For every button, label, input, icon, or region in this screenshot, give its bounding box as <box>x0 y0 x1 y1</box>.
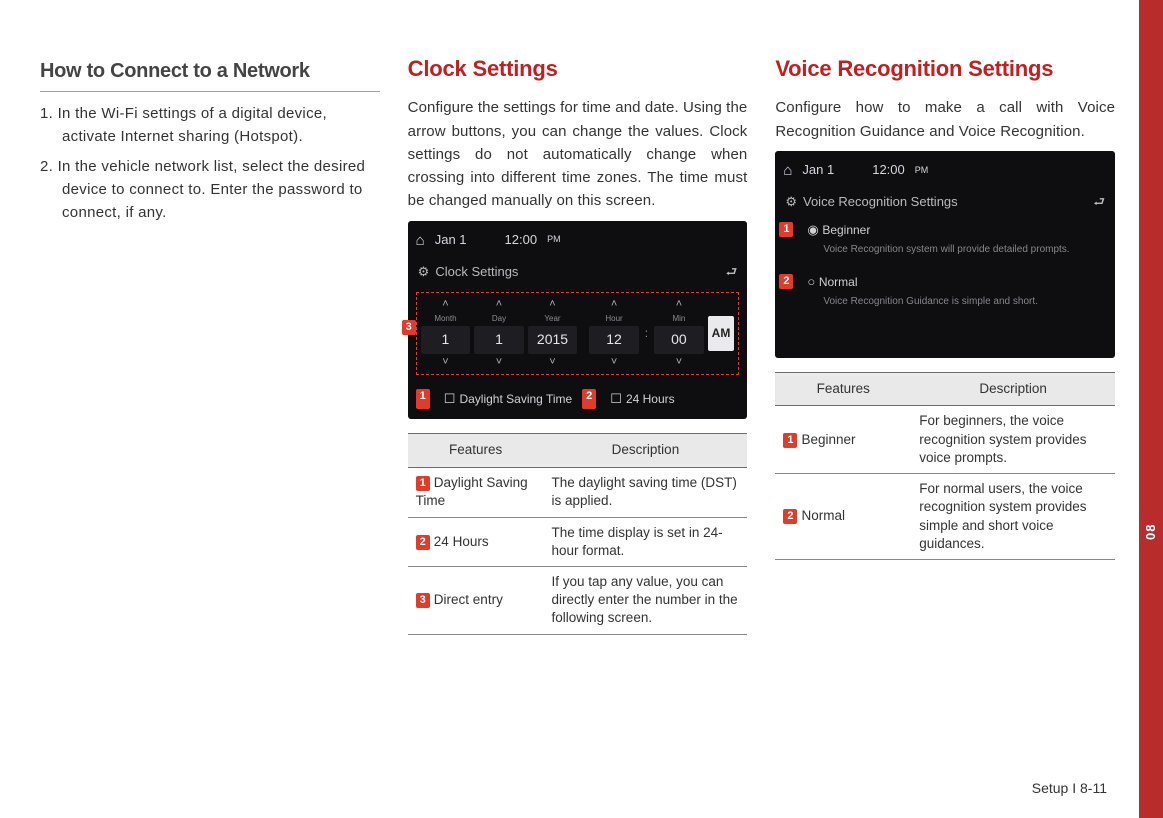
voice-features-table: Features Description 1Beginner For begin… <box>775 372 1115 560</box>
chevron-up-icon[interactable]: ˄ <box>549 297 555 312</box>
th-description: Description <box>911 372 1115 406</box>
status-date: Jan 1 <box>802 160 834 180</box>
24h-checkbox[interactable]: 24 Hours <box>610 389 674 409</box>
clock-field-min[interactable]: ˄ Min 00 ˅ <box>654 297 704 370</box>
callout-3: 3 <box>402 320 416 335</box>
clock-features-table: Features Description 1Daylight Saving Ti… <box>408 433 748 634</box>
chevron-down-icon[interactable]: ˅ <box>442 355 448 370</box>
screenshot-titlebar: Voice Recognition Settings <box>783 188 1107 216</box>
chevron-up-icon[interactable]: ˄ <box>496 297 502 312</box>
clock-field-hour[interactable]: ˄ Hour 12 ˅ <box>589 297 639 370</box>
screenshot-statusbar: Jan 1 12:00 PM <box>416 227 740 258</box>
th-features: Features <box>408 434 544 468</box>
table-row: 224 Hours The time display is set in 24-… <box>408 517 748 566</box>
ampm-toggle[interactable]: AM <box>708 316 735 351</box>
chapter-side-tab: 08 <box>1139 0 1163 818</box>
dst-checkbox[interactable]: Daylight Saving Time <box>444 389 572 409</box>
clock-screenshot: Jan 1 12:00 PM Clock Settings 3 ˄ Month … <box>408 221 748 420</box>
clock-field-month[interactable]: ˄ Month 1 ˅ <box>421 297 471 370</box>
chevron-up-icon[interactable]: ˄ <box>442 297 448 312</box>
chevron-down-icon[interactable]: ˅ <box>549 355 555 370</box>
voice-option-normal[interactable]: 2 Normal Voice Recognition Guidance is s… <box>783 268 1107 320</box>
voice-screenshot: Jan 1 12:00 PM Voice Recognition Setting… <box>775 151 1115 358</box>
wifi-step: In the vehicle network list, select the … <box>40 155 380 225</box>
gear-icon <box>785 194 803 209</box>
wifi-step: In the Wi-Fi settings of a digital devic… <box>40 102 380 149</box>
clock-field-year[interactable]: ˄ Year 2015 ˅ <box>528 297 578 370</box>
callout-2: 2 <box>582 389 596 409</box>
radio-on-icon[interactable] <box>807 223 822 237</box>
home-icon <box>416 229 425 252</box>
back-icon[interactable] <box>726 262 738 282</box>
clock-heading: Clock Settings <box>408 56 748 82</box>
voice-heading: Voice Recognition Settings <box>775 56 1115 82</box>
column-wifi: How to Connect to a Network In the Wi-Fi… <box>40 56 380 635</box>
screenshot-title: Clock Settings <box>435 264 518 279</box>
callout-1: 1 <box>779 222 793 237</box>
status-time-suffix: PM <box>915 164 929 178</box>
voice-option-beginner[interactable]: 1 Beginner Voice Recognition system will… <box>783 216 1107 268</box>
chevron-down-icon[interactable]: ˅ <box>496 355 502 370</box>
status-time-suffix: PM <box>547 233 561 247</box>
voice-body: Configure how to make a call with Voice … <box>775 96 1115 143</box>
chevron-down-icon[interactable]: ˅ <box>611 355 617 370</box>
table-row: 3Direct entry If you tap any value, you … <box>408 567 748 635</box>
clock-entry-area[interactable]: ˄ Month 1 ˅ ˄ Day 1 ˅ ˄ <box>416 292 740 375</box>
home-icon <box>783 159 792 182</box>
callout-2: 2 <box>779 274 793 289</box>
table-row: 1Daylight Saving Time The daylight savin… <box>408 468 748 517</box>
page-footer: Setup I 8-11 <box>1032 780 1107 796</box>
chevron-up-icon[interactable]: ˄ <box>611 297 617 312</box>
wifi-steps-list: In the Wi-Fi settings of a digital devic… <box>40 102 380 224</box>
screenshot-titlebar: Clock Settings <box>416 258 740 286</box>
table-row: 1Beginner For beginners, the voice recog… <box>775 406 1115 474</box>
column-clock: Clock Settings Configure the settings fo… <box>408 56 748 635</box>
th-features: Features <box>775 372 911 406</box>
back-icon[interactable] <box>1093 192 1105 212</box>
chapter-number: 08 <box>1143 524 1158 540</box>
clock-body: Configure the settings for time and date… <box>408 96 748 212</box>
callout-1: 1 <box>416 389 430 409</box>
clock-field-day[interactable]: ˄ Day 1 ˅ <box>474 297 524 370</box>
column-voice: Voice Recognition Settings Configure how… <box>775 56 1115 635</box>
wifi-subhead: How to Connect to a Network <box>40 56 380 92</box>
th-description: Description <box>544 434 748 468</box>
status-date: Jan 1 <box>435 230 467 250</box>
table-row: 2Normal For normal users, the voice reco… <box>775 474 1115 560</box>
gear-icon <box>418 264 436 279</box>
screenshot-title: Voice Recognition Settings <box>803 194 958 209</box>
clock-options-row: 1 Daylight Saving Time 2 24 Hours <box>416 383 740 409</box>
chevron-up-icon[interactable]: ˄ <box>676 297 682 312</box>
status-time: 12:00 <box>505 230 538 250</box>
radio-off-icon[interactable] <box>807 275 818 289</box>
screenshot-statusbar: Jan 1 12:00 PM <box>783 157 1107 188</box>
chevron-down-icon[interactable]: ˅ <box>676 355 682 370</box>
status-time: 12:00 <box>872 160 905 180</box>
